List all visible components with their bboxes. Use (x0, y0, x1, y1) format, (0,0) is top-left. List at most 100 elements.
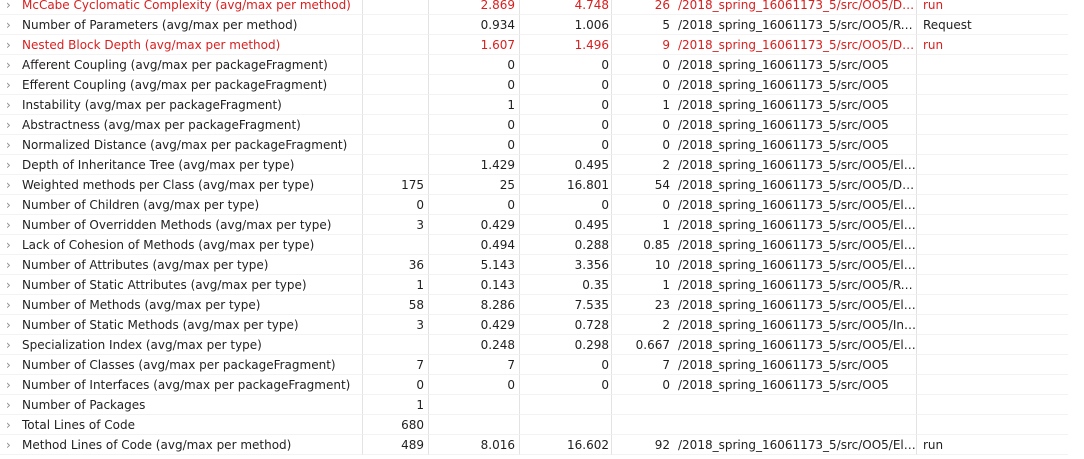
metric-name: Abstractness (avg/max per packageFragmen… (22, 117, 301, 132)
metric-row[interactable]: › Lack of Cohesion of Methods (avg/max pe… (0, 235, 1084, 255)
metric-std-dev: 0 (520, 355, 612, 375)
metric-row[interactable]: › Number of Packages 1 (0, 395, 1084, 415)
metric-max-cell: 0.667/2018_spring_16061173_5/src/OO5/Ele… (612, 335, 917, 355)
metric-name-cell: › Instability (avg/max per packageFragmen… (0, 95, 363, 115)
metric-total (363, 55, 429, 75)
metric-total (363, 135, 429, 155)
chevron-right-icon[interactable]: › (6, 135, 20, 154)
metric-row[interactable]: › Number of Static Attributes (avg/max pe… (0, 275, 1084, 295)
metric-max: 5 (662, 18, 670, 32)
metric-name: Nested Block Depth (avg/max per method) (22, 37, 281, 52)
metric-total: 3 (363, 215, 429, 235)
metric-total: 0 (363, 195, 429, 215)
metric-row[interactable]: › Number of Classes (avg/max per packageF… (0, 355, 1084, 375)
chevron-right-icon[interactable]: › (6, 155, 20, 174)
metric-resource[interactable]: /2018_spring_16061173_5/src/OO5 (674, 75, 916, 94)
metric-row[interactable]: › Instability (avg/max per packageFragmen… (0, 95, 1084, 115)
metric-row[interactable]: › Abstractness (avg/max per packageFragme… (0, 115, 1084, 135)
metric-max: 92 (654, 438, 670, 452)
metric-resource[interactable]: /2018_spring_16061173_5/src/OO5 (674, 95, 916, 114)
metric-row[interactable]: › Number of Parameters (avg/max per metho… (0, 15, 1084, 35)
chevron-right-icon[interactable]: › (6, 15, 20, 34)
metric-mean: 0.934 (429, 15, 520, 35)
metric-resource[interactable]: /2018_spring_16061173_5/src/OO5 (674, 135, 916, 154)
metric-resource[interactable]: /2018_spring_16061173_5/src/OO5/Elevator… (674, 255, 916, 274)
chevron-right-icon[interactable]: › (6, 75, 20, 94)
metric-total: 7 (363, 355, 429, 375)
metric-resource[interactable]: /2018_spring_16061173_5/src/OO5/Ele_Run.… (674, 335, 916, 354)
chevron-right-icon[interactable]: › (6, 435, 20, 454)
metric-row[interactable]: › Number of Methods (avg/max per type) 58 8… (0, 295, 1084, 315)
metric-resource[interactable]: /2018_spring_16061173_5/src/OO5/InputHan… (674, 315, 916, 334)
metric-max-cell: 92/2018_spring_16061173_5/src/OO5/Ele_Ru… (612, 435, 917, 455)
metric-resource[interactable]: /2018_spring_16061173_5/src/OO5 (674, 375, 916, 394)
metric-max: 2 (662, 158, 670, 172)
metric-max-cell: 0/2018_spring_16061173_5/src/OO5 (612, 375, 917, 395)
chevron-right-icon[interactable]: › (6, 35, 20, 54)
metric-row[interactable]: › Efferent Coupling (avg/max per packageF… (0, 75, 1084, 95)
metric-row[interactable]: › Nested Block Depth (avg/max per method)… (0, 35, 1084, 55)
metric-row[interactable]: › Number of Interfaces (avg/max per packa… (0, 375, 1084, 395)
metric-resource[interactable]: /2018_spring_16061173_5/src/OO5/Ele_Run.… (674, 435, 916, 454)
chevron-right-icon[interactable]: › (6, 355, 20, 374)
metric-max-cell: 2/2018_spring_16061173_5/src/OO5/Ele_Run… (612, 155, 917, 175)
metric-row[interactable]: › Method Lines of Code (avg/max per metho… (0, 435, 1084, 455)
metric-row[interactable]: › Number of Overridden Methods (avg/max p… (0, 215, 1084, 235)
chevron-right-icon[interactable]: › (6, 0, 20, 14)
metric-resource[interactable]: /2018_spring_16061173_5/src/OO5/Request.… (674, 15, 916, 34)
chevron-right-icon[interactable]: › (6, 335, 20, 354)
metric-max: 0 (662, 118, 670, 132)
metric-resource[interactable]: /2018_spring_16061173_5/src/OO5 (674, 115, 916, 134)
metric-name-cell: › Number of Interfaces (avg/max per packa… (0, 375, 363, 395)
chevron-right-icon[interactable]: › (6, 95, 20, 114)
metric-row[interactable]: › McCabe Cyclomatic Complexity (avg/max p… (0, 0, 1084, 15)
metric-total (363, 155, 429, 175)
metric-max: 7 (662, 358, 670, 372)
metric-max: 0.85 (643, 238, 670, 252)
metric-row[interactable]: › Total Lines of Code 680 (0, 415, 1084, 435)
metric-resource[interactable]: /2018_spring_16061173_5/src/OO5/Elevator… (674, 235, 916, 254)
chevron-right-icon[interactable]: › (6, 315, 20, 334)
metric-resource[interactable]: /2018_spring_16061173_5/src/OO5/Ele_Run.… (674, 195, 916, 214)
chevron-right-icon[interactable]: › (6, 175, 20, 194)
chevron-right-icon[interactable]: › (6, 375, 20, 394)
chevron-right-icon[interactable]: › (6, 395, 20, 414)
metric-resource[interactable]: /2018_spring_16061173_5/src/OO5/Request.… (674, 275, 916, 294)
chevron-right-icon[interactable]: › (6, 275, 20, 294)
metric-resource[interactable]: /2018_spring_16061173_5/src/OO5 (674, 355, 916, 374)
metric-resource[interactable]: /2018_spring_16061173_5/src/OO5/Dispatch… (674, 0, 916, 14)
metric-row[interactable]: › Number of Attributes (avg/max per type)… (0, 255, 1084, 275)
chevron-right-icon[interactable]: › (6, 195, 20, 214)
chevron-right-icon[interactable]: › (6, 55, 20, 74)
metric-row[interactable]: › Normalized Distance (avg/max per packag… (0, 135, 1084, 155)
metric-total: 36 (363, 255, 429, 275)
metric-name: Specialization Index (avg/max per type) (22, 337, 262, 352)
metric-resource[interactable]: /2018_spring_16061173_5/src/OO5/Elevator… (674, 295, 916, 314)
metric-resource[interactable]: /2018_spring_16061173_5/src/OO5 (674, 55, 916, 74)
metric-resource[interactable]: /2018_spring_16061173_5/src/OO5/Ele_Run.… (674, 155, 916, 174)
metric-std-dev: 0 (520, 195, 612, 215)
chevron-right-icon[interactable]: › (6, 415, 20, 434)
metric-total: 1 (363, 275, 429, 295)
chevron-right-icon[interactable]: › (6, 295, 20, 314)
metric-row[interactable]: › Afferent Coupling (avg/max per packageF… (0, 55, 1084, 75)
chevron-right-icon[interactable]: › (6, 115, 20, 134)
metric-resource[interactable] (674, 395, 916, 414)
chevron-right-icon[interactable]: › (6, 215, 20, 234)
metric-method (917, 155, 1068, 175)
metric-mean: 0 (429, 75, 520, 95)
metric-resource[interactable]: /2018_spring_16061173_5/src/OO5/Dispatch… (674, 35, 916, 54)
metric-max-cell: 7/2018_spring_16061173_5/src/OO5 (612, 355, 917, 375)
metric-row[interactable]: › Depth of Inheritance Tree (avg/max per … (0, 155, 1084, 175)
metric-resource[interactable] (674, 415, 916, 434)
metric-row[interactable]: › Number of Children (avg/max per type) 0 0… (0, 195, 1084, 215)
metric-row[interactable]: › Weighted methods per Class (avg/max per… (0, 175, 1084, 195)
metric-resource[interactable]: /2018_spring_16061173_5/src/OO5/Dispatch… (674, 175, 916, 194)
chevron-right-icon[interactable]: › (6, 255, 20, 274)
metric-row[interactable]: › Specialization Index (avg/max per type)… (0, 335, 1084, 355)
metric-max (612, 415, 674, 434)
metric-row[interactable]: › Number of Static Methods (avg/max per t… (0, 315, 1084, 335)
chevron-right-icon[interactable]: › (6, 235, 20, 254)
metric-resource[interactable]: /2018_spring_16061173_5/src/OO5/Ele_Run.… (674, 215, 916, 234)
metric-name-cell: › Number of Overridden Methods (avg/max p… (0, 215, 363, 235)
